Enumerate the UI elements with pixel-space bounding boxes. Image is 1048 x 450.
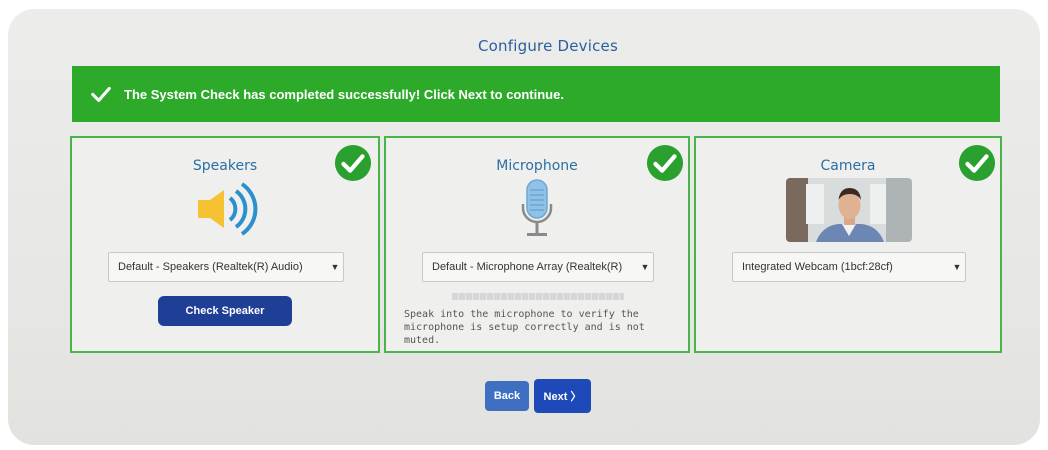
speakers-card: Speakers Default - Speakers (Realtek(R) …	[70, 136, 380, 353]
microphone-card: Microphone Default - Microphone Array (R…	[384, 136, 690, 353]
chevron-down-icon: ▼	[330, 262, 340, 272]
microphone-icon	[521, 179, 553, 236]
speaker-icon	[198, 182, 258, 236]
camera-status-check-icon	[958, 144, 996, 182]
device-setup-screen: Configure Devices The System Check has c…	[8, 9, 1040, 445]
speaker-device-value: Default - Speakers (Realtek(R) Audio)	[118, 261, 303, 273]
chevron-down-icon: ▼	[952, 262, 962, 272]
camera-title: Camera	[820, 158, 876, 174]
speakers-status-check-icon	[334, 144, 372, 182]
speaker-device-select[interactable]: Default - Speakers (Realtek(R) Audio) ▼	[108, 252, 344, 282]
chevron-down-icon: ▼	[640, 262, 650, 272]
page-title: Configure Devices	[478, 37, 618, 55]
microphone-level-meter	[452, 293, 624, 300]
microphone-instructions: Speak into the microphone to verify the …	[404, 309, 645, 346]
camera-device-value: Integrated Webcam (1bcf:28cf)	[742, 261, 893, 273]
microphone-status-check-icon	[646, 144, 684, 182]
next-button[interactable]: Next 〉	[534, 379, 591, 413]
back-button[interactable]: Back	[485, 381, 529, 411]
microphone-device-value: Default - Microphone Array (Realtek(R)	[432, 261, 623, 273]
camera-card: Camera Integrated Webcam (1bcf:28cf) ▼	[694, 136, 1002, 353]
microphone-device-select[interactable]: Default - Microphone Array (Realtek(R) ▼	[422, 252, 654, 282]
success-message: The System Check has completed successfu…	[124, 86, 564, 102]
speakers-title: Speakers	[192, 158, 258, 174]
microphone-title: Microphone	[496, 158, 578, 174]
camera-device-select[interactable]: Integrated Webcam (1bcf:28cf) ▼	[732, 252, 966, 282]
check-icon	[91, 86, 111, 102]
success-banner: The System Check has completed successfu…	[72, 66, 1000, 122]
webcam-preview	[786, 178, 912, 242]
check-speaker-button[interactable]: Check Speaker	[158, 296, 292, 326]
